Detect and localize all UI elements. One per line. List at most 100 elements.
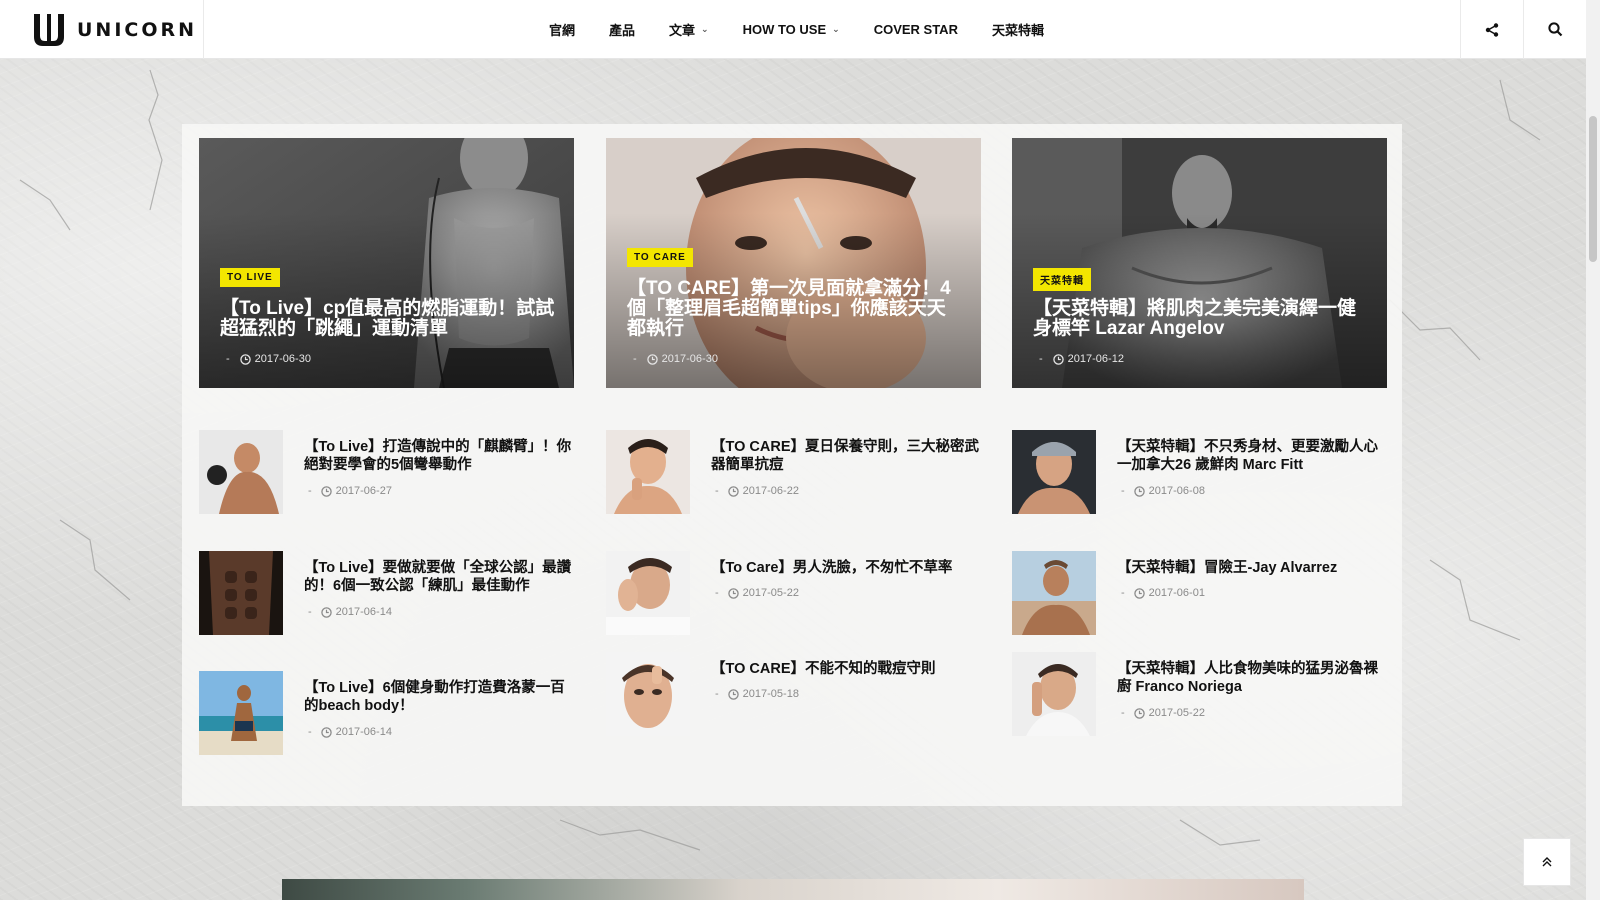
- list-item[interactable]: 【天菜特輯】人比食物美味的猛男泌魯裸廚 Franco Noriega - 201…: [1012, 652, 1387, 736]
- list-item[interactable]: 【To Live】要做就要做「全球公認」最讚的！6個一致公認「練肌」最佳動作 -…: [199, 551, 574, 635]
- clock-icon: [727, 688, 739, 700]
- list-item[interactable]: 【To Live】6個健身動作打造費洛蒙一百的beach body！ - 201…: [199, 671, 574, 755]
- article-title[interactable]: 【To Care】男人洗臉，不匆忙不草率: [711, 559, 981, 577]
- thumbnail[interactable]: [606, 551, 690, 635]
- date-dash: -: [1121, 485, 1125, 497]
- clock-icon: [1133, 707, 1145, 719]
- article-title[interactable]: 【To Live】打造傳說中的「麒麟臂」！你絕對要學會的5個彎舉動作: [304, 438, 574, 474]
- thumbnail[interactable]: [1012, 652, 1096, 736]
- nav-item-products[interactable]: 產品: [609, 20, 635, 39]
- date-dash: -: [1121, 707, 1125, 719]
- featured-title[interactable]: 【天菜特輯】將肌肉之美完美演繹一健身標竿 Lazar Angelov: [1033, 299, 1369, 339]
- page-scrollbar[interactable]: [1586, 0, 1600, 900]
- date-dash: -: [1039, 353, 1043, 365]
- date-dash: -: [1121, 587, 1125, 599]
- thumbnail[interactable]: [606, 430, 690, 514]
- clock-icon: [1052, 353, 1064, 365]
- chevron-up-icon: [1542, 857, 1552, 867]
- date-dash: -: [308, 485, 312, 497]
- article-title[interactable]: 【天菜特輯】冒險王-Jay Alvarrez: [1117, 559, 1387, 577]
- promo-banner-strip[interactable]: [282, 879, 1304, 900]
- list-item[interactable]: 【To Live】打造傳說中的「麒麟臂」！你絕對要學會的5個彎舉動作 - 201…: [199, 430, 574, 514]
- article-title[interactable]: 【TO CARE】不能不知的戰痘守則: [711, 660, 981, 678]
- date-text: 2017-06-27: [335, 485, 392, 497]
- article-title[interactable]: 【天菜特輯】人比食物美味的猛男泌魯裸廚 Franco Noriega: [1117, 660, 1387, 696]
- featured-article-card[interactable]: TO CARE 【TO CARE】第一次見面就拿滿分！4個「整理眉毛超簡單tip…: [606, 138, 981, 388]
- nav-item-hunks[interactable]: 天菜特輯: [992, 20, 1044, 39]
- logo-text: UNICORN: [77, 19, 198, 41]
- list-item[interactable]: 【TO CARE】不能不知的戰痘守則 - 2017-05-18: [606, 652, 981, 736]
- image-overlay: [199, 138, 574, 388]
- nav-label: COVER STAR: [873, 22, 958, 37]
- site-logo[interactable]: UNICORN: [30, 11, 202, 49]
- post-date: - 2017-06-22: [715, 485, 799, 497]
- date-text: 2017-05-22: [1148, 707, 1205, 719]
- nav-item-how-to-use[interactable]: HOW TO USE ⌄: [743, 22, 840, 37]
- chevron-down-icon: ⌄: [832, 24, 840, 34]
- article-title[interactable]: 【To Live】6個健身動作打造費洛蒙一百的beach body！: [304, 679, 574, 715]
- share-button[interactable]: [1460, 0, 1523, 59]
- list-item[interactable]: 【TO CARE】夏日保養守則，三大秘密武器簡單抗痘 - 2017-06-22: [606, 430, 981, 514]
- post-date: - 2017-06-14: [308, 606, 392, 618]
- date-text: 2017-06-30: [254, 353, 311, 365]
- featured-article-card[interactable]: 天菜特輯 【天菜特輯】將肌肉之美完美演繹一健身標竿 Lazar Angelov …: [1012, 138, 1387, 388]
- nav-label: HOW TO USE: [742, 22, 827, 37]
- post-date: - 2017-05-18: [715, 688, 799, 700]
- list-item[interactable]: 【天菜特輯】冒險王-Jay Alvarrez - 2017-06-01: [1012, 551, 1387, 635]
- nav-item-articles[interactable]: 文章 ⌄: [669, 20, 709, 39]
- nav-label: 天菜特輯: [991, 23, 1044, 38]
- article-title[interactable]: 【天菜特輯】不只秀身材、更要激勵人心一加拿大26 歲鮮肉 Marc Fitt: [1117, 438, 1387, 474]
- thumbnail[interactable]: [199, 671, 283, 755]
- post-date: - 2017-06-30: [226, 353, 311, 365]
- date-text: 2017-05-18: [742, 688, 799, 700]
- list-item[interactable]: 【To Care】男人洗臉，不匆忙不草率 - 2017-05-22: [606, 551, 981, 635]
- scrollbar-thumb[interactable]: [1589, 116, 1597, 262]
- category-badge[interactable]: TO LIVE: [220, 268, 280, 287]
- thumbnail[interactable]: [199, 430, 283, 514]
- date-text: 2017-06-14: [335, 726, 392, 738]
- post-date: - 2017-05-22: [1121, 707, 1205, 719]
- featured-title[interactable]: 【To Live】cp值最高的燃脂運動！試試超猛烈的「跳繩」運動清單: [220, 299, 556, 339]
- date-dash: -: [715, 485, 719, 497]
- thumbnail[interactable]: [1012, 551, 1096, 635]
- category-badge[interactable]: 天菜特輯: [1033, 268, 1091, 291]
- clock-icon: [646, 353, 658, 365]
- main-nav: 官網 產品 文章 ⌄ HOW TO USE ⌄ COVER STAR 天菜特輯: [549, 0, 1078, 59]
- nav-label: 產品: [609, 23, 636, 38]
- post-date: - 2017-06-27: [308, 485, 392, 497]
- clock-icon: [320, 726, 332, 738]
- post-date: - 2017-06-12: [1039, 353, 1124, 365]
- search-icon: [1547, 22, 1562, 37]
- article-title[interactable]: 【TO CARE】夏日保養守則，三大秘密武器簡單抗痘: [711, 438, 981, 474]
- clock-icon: [727, 587, 739, 599]
- post-date: - 2017-06-14: [308, 726, 392, 738]
- nav-label: 官網: [549, 23, 576, 38]
- date-dash: -: [715, 587, 719, 599]
- search-button[interactable]: [1523, 0, 1586, 59]
- nav-item-cover-star[interactable]: COVER STAR: [874, 22, 958, 37]
- date-dash: -: [308, 726, 312, 738]
- post-date: - 2017-06-30: [633, 353, 718, 365]
- clock-icon: [320, 606, 332, 618]
- date-text: 2017-06-01: [1148, 587, 1205, 599]
- clock-icon: [1133, 485, 1145, 497]
- category-badge[interactable]: TO CARE: [627, 248, 693, 267]
- back-to-top-button[interactable]: [1523, 838, 1571, 886]
- nav-item-official[interactable]: 官網: [549, 20, 575, 39]
- post-date: - 2017-06-08: [1121, 485, 1205, 497]
- image-overlay: [1012, 138, 1387, 388]
- date-text: 2017-06-14: [335, 606, 392, 618]
- clock-icon: [727, 485, 739, 497]
- nav-label: 文章: [669, 23, 696, 38]
- thumbnail[interactable]: [1012, 430, 1096, 514]
- article-title[interactable]: 【To Live】要做就要做「全球公認」最讚的！6個一致公認「練肌」最佳動作: [304, 559, 574, 595]
- date-text: 2017-06-08: [1148, 485, 1205, 497]
- featured-title[interactable]: 【TO CARE】第一次見面就拿滿分！4個「整理眉毛超簡單tips」你應該天天都…: [627, 279, 963, 339]
- thumbnail[interactable]: [606, 652, 690, 736]
- featured-article-card[interactable]: TO LIVE 【To Live】cp值最高的燃脂運動！試試超猛烈的「跳繩」運動…: [199, 138, 574, 388]
- list-item[interactable]: 【天菜特輯】不只秀身材、更要激勵人心一加拿大26 歲鮮肉 Marc Fitt -…: [1012, 430, 1387, 514]
- clock-icon: [1133, 587, 1145, 599]
- unicorn-logo-icon: [34, 14, 64, 46]
- thumbnail[interactable]: [199, 551, 283, 635]
- site-header: UNICORN 官網 產品 文章 ⌄ HOW TO USE ⌄ COVER STAR…: [0, 0, 1586, 59]
